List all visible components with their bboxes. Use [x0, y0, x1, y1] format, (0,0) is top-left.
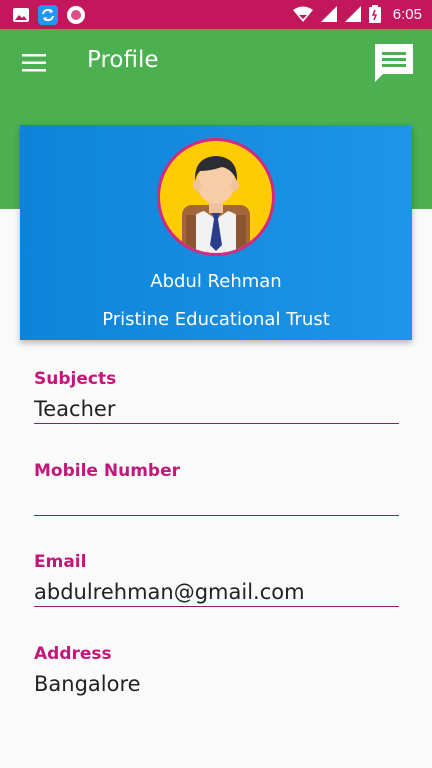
profile-organization: Pristine Educational Trust — [102, 309, 330, 330]
email-label: Email — [34, 552, 87, 572]
record-icon — [67, 6, 85, 24]
profile-card: Abdul Rehman Pristine Educational Trust — [20, 125, 412, 340]
gallery-icon — [13, 8, 29, 22]
menu-button[interactable] — [18, 49, 50, 77]
subjects-value[interactable]: Teacher — [34, 394, 399, 424]
profile-name: Abdul Rehman — [150, 271, 282, 292]
address-field: Address Bangalore — [34, 644, 399, 699]
address-value[interactable]: Bangalore — [34, 669, 399, 699]
page-title: Profile — [87, 47, 159, 73]
status-bar: 6:05 — [0, 0, 432, 29]
signal-icon — [320, 6, 337, 22]
student-avatar-icon — [182, 156, 250, 253]
email-value[interactable]: abdulrehman@gmail.com — [34, 577, 399, 607]
battery-icon — [368, 5, 381, 23]
mobile-number-label: Mobile Number — [34, 461, 180, 481]
avatar — [157, 138, 275, 256]
email-field: Email abdulrehman@gmail.com — [34, 552, 399, 607]
chat-message-icon — [375, 44, 413, 82]
status-right-icons: 6:05 — [292, 5, 422, 23]
mobile-number-value[interactable] — [34, 486, 399, 516]
subjects-label: Subjects — [34, 369, 117, 389]
hamburger-menu-icon — [22, 54, 46, 72]
signal-icon — [344, 6, 361, 22]
sync-icon — [38, 5, 58, 25]
status-left-icons — [12, 5, 86, 25]
wifi-icon — [292, 6, 313, 22]
chat-button[interactable] — [372, 41, 416, 85]
status-time: 6:05 — [392, 5, 422, 23]
subjects-field: Subjects Teacher — [34, 369, 399, 424]
mobile-number-field: Mobile Number — [34, 461, 399, 516]
address-label: Address — [34, 644, 112, 664]
